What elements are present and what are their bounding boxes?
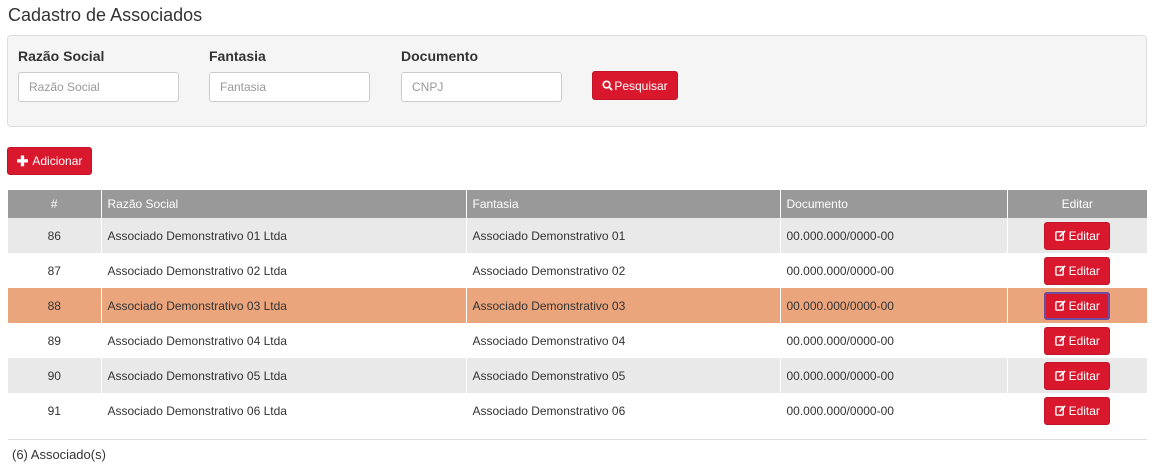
- cell-id: 88: [8, 288, 102, 323]
- edit-button[interactable]: Editar: [1044, 396, 1111, 425]
- filter-razao-social: Razão Social: [18, 48, 179, 102]
- cell-id: 86: [8, 218, 102, 253]
- edit-button[interactable]: Editar: [1044, 221, 1111, 250]
- fantasia-input[interactable]: [209, 72, 370, 102]
- cell-editar: Editar: [1007, 218, 1147, 253]
- cell-razao-social: Associado Demonstrativo 05 Ltda: [101, 358, 467, 393]
- cell-fantasia: Associado Demonstrativo 06: [466, 393, 781, 428]
- column-header-editar: Editar: [1007, 190, 1147, 218]
- cell-documento: 00.000.000/0000-00: [780, 218, 1008, 253]
- add-button-label: Adicionar: [32, 154, 83, 168]
- cell-documento: 00.000.000/0000-00: [780, 323, 1008, 358]
- cell-fantasia: Associado Demonstrativo 01: [466, 218, 781, 253]
- cell-fantasia: Associado Demonstrativo 05: [466, 358, 781, 393]
- column-header-id: #: [8, 190, 102, 218]
- edit-button-label: Editar: [1068, 228, 1100, 243]
- search-button-label: Pesquisar: [614, 78, 668, 93]
- edit-button-label: Editar: [1068, 403, 1100, 418]
- plus-icon: ✚: [16, 153, 29, 169]
- cell-documento: 00.000.000/0000-00: [780, 393, 1008, 428]
- table-row[interactable]: 89 Associado Demonstrativo 04 Ltda Associa…: [8, 323, 1147, 358]
- cell-fantasia: Associado Demonstrativo 02: [466, 253, 781, 288]
- column-header-fantasia: Fantasia: [466, 190, 781, 218]
- column-header-documento: Documento: [780, 190, 1008, 218]
- cell-razao-social: Associado Demonstrativo 04 Ltda: [101, 323, 467, 358]
- table-row[interactable]: 87 Associado Demonstrativo 02 Ltda Associa…: [8, 253, 1147, 288]
- edit-icon: [1054, 335, 1066, 346]
- cell-id: 89: [8, 323, 102, 358]
- cell-documento: 00.000.000/0000-00: [780, 253, 1008, 288]
- edit-button-label: Editar: [1068, 368, 1100, 383]
- razao-social-input[interactable]: [18, 72, 179, 102]
- edit-icon: [1054, 230, 1066, 241]
- footer-divider: [8, 439, 1147, 440]
- cell-editar: Editar: [1007, 358, 1147, 393]
- razao-social-label: Razão Social: [18, 48, 105, 64]
- add-button[interactable]: ✚ Adicionar: [7, 147, 92, 175]
- filter-fantasia: Fantasia: [209, 48, 370, 102]
- cell-razao-social: Associado Demonstrativo 06 Ltda: [101, 393, 467, 428]
- cell-editar: Editar: [1007, 253, 1147, 288]
- documento-input[interactable]: [401, 72, 562, 102]
- table-row[interactable]: 86 Associado Demonstrativo 01 Ltda Associa…: [8, 218, 1147, 253]
- edit-button-label: Editar: [1068, 263, 1100, 278]
- fantasia-label: Fantasia: [209, 48, 266, 64]
- edit-icon: [1054, 405, 1066, 416]
- edit-button-label: Editar: [1068, 333, 1100, 348]
- cell-documento: 00.000.000/0000-00: [780, 358, 1008, 393]
- table-header-row: # Razão Social Fantasia Documento Editar: [8, 190, 1147, 218]
- cell-razao-social: Associado Demonstrativo 01 Ltda: [101, 218, 467, 253]
- filter-documento: Documento: [401, 48, 562, 102]
- documento-label: Documento: [401, 48, 478, 64]
- cell-id: 91: [8, 393, 102, 428]
- search-button[interactable]: Pesquisar: [592, 71, 678, 100]
- search-icon: [602, 80, 614, 91]
- cell-editar: Editar: [1007, 393, 1147, 428]
- cell-editar: Editar: [1007, 288, 1147, 323]
- cell-documento: 00.000.000/0000-00: [780, 288, 1008, 323]
- edit-button[interactable]: Editar: [1044, 256, 1111, 285]
- edit-button[interactable]: Editar: [1044, 326, 1111, 355]
- edit-button[interactable]: Editar: [1044, 361, 1111, 390]
- edit-icon: [1054, 300, 1066, 311]
- cell-id: 87: [8, 253, 102, 288]
- table-row[interactable]: 91 Associado Demonstrativo 06 Ltda Associa…: [8, 393, 1147, 428]
- cell-razao-social: Associado Demonstrativo 03 Ltda: [101, 288, 467, 323]
- cell-editar: Editar: [1007, 323, 1147, 358]
- table-row[interactable]: 88 Associado Demonstrativo 03 Ltda Associa…: [8, 288, 1147, 323]
- table-row[interactable]: 90 Associado Demonstrativo 05 Ltda Associa…: [8, 358, 1147, 393]
- edit-icon: [1054, 370, 1066, 381]
- cell-fantasia: Associado Demonstrativo 03: [466, 288, 781, 323]
- edit-icon: [1054, 265, 1066, 276]
- cell-id: 90: [8, 358, 102, 393]
- associados-table: # Razão Social Fantasia Documento Editar…: [8, 190, 1147, 428]
- page-title: Cadastro de Associados: [8, 5, 203, 25]
- edit-button[interactable]: Editar: [1044, 291, 1111, 320]
- edit-button-label: Editar: [1068, 298, 1100, 313]
- cell-fantasia: Associado Demonstrativo 04: [466, 323, 781, 358]
- column-header-razao-social: Razão Social: [101, 190, 467, 218]
- record-count: (6) Associado(s): [12, 447, 106, 462]
- cell-razao-social: Associado Demonstrativo 02 Ltda: [101, 253, 467, 288]
- filter-panel: Razão Social Fantasia Documento Pesquisa…: [7, 35, 1147, 127]
